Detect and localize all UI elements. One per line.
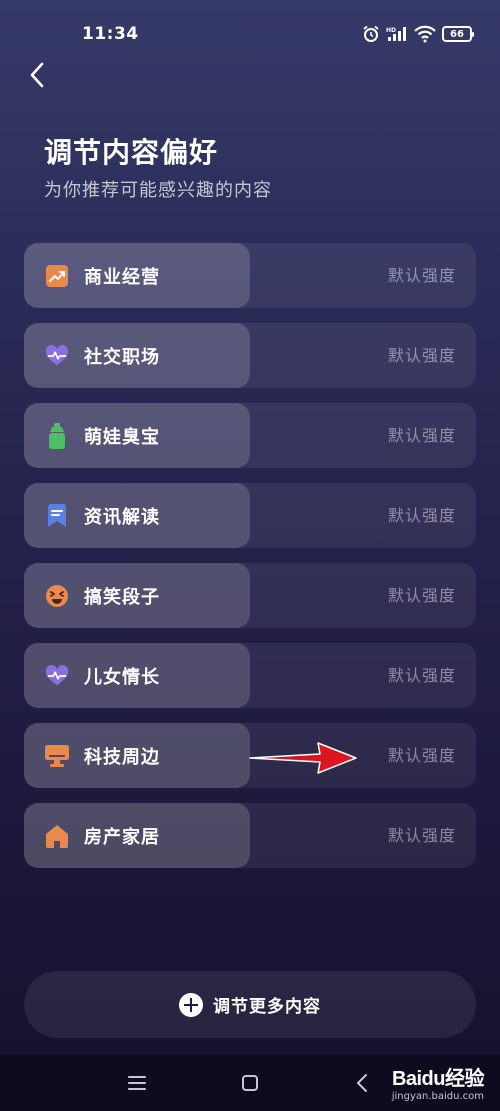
category-strength[interactable]: 默认强度 [388, 803, 456, 868]
alarm-icon [362, 25, 380, 43]
laughing-face-icon [45, 584, 69, 608]
category-pill: 商业经营 [24, 243, 250, 308]
home-square-icon[interactable] [238, 1071, 262, 1095]
category-pill: 萌娃臭宝 [24, 403, 250, 468]
category-row-home[interactable]: 房产家居 默认强度 [24, 803, 476, 868]
trend-chart-icon [45, 264, 69, 288]
monitor-icon [45, 744, 69, 768]
category-strength[interactable]: 默认强度 [388, 563, 456, 628]
category-pill: 资讯解读 [24, 483, 250, 548]
category-label: 搞笑段子 [84, 586, 160, 608]
status-icons: HD 66 [362, 22, 474, 46]
watermark-url: jingyan.baidu.com [391, 1091, 484, 1102]
house-icon [45, 824, 69, 848]
category-list: 商业经营 默认强度 社交职场 默认强度 萌娃臭宝 默认强度 资讯解读 默认强度 [24, 243, 476, 883]
annotation-arrow-icon [249, 742, 357, 774]
wifi-icon [414, 25, 436, 43]
category-label: 科技周边 [84, 746, 160, 768]
category-row-social[interactable]: 社交职场 默认强度 [24, 323, 476, 388]
category-label: 儿女情长 [84, 666, 160, 688]
hd-signal-icon: HD [386, 25, 408, 43]
battery-icon: 66 [442, 26, 474, 42]
category-pill: 房产家居 [24, 803, 250, 868]
category-row-romance[interactable]: 儿女情长 默认强度 [24, 643, 476, 708]
news-bookmark-icon [45, 503, 69, 528]
back-button[interactable] [20, 58, 54, 92]
watermark-brand: Baidu经验 [391, 1068, 485, 1090]
category-pill: 社交职场 [24, 323, 250, 388]
status-bar: 11:34 HD 66 [0, 0, 500, 70]
category-strength[interactable]: 默认强度 [388, 323, 456, 388]
heart-pulse-icon [45, 664, 69, 688]
category-row-news[interactable]: 资讯解读 默认强度 [24, 483, 476, 548]
status-time: 11:34 [82, 24, 139, 44]
category-row-kids[interactable]: 萌娃臭宝 默认强度 [24, 403, 476, 468]
category-strength[interactable]: 默认强度 [388, 483, 456, 548]
menu-icon[interactable] [125, 1071, 149, 1095]
back-triangle-icon[interactable] [350, 1071, 374, 1095]
page-title: 调节内容偏好 [44, 136, 219, 169]
category-label: 萌娃臭宝 [84, 426, 160, 448]
svg-text:HD: HD [386, 27, 396, 34]
adjust-more-button[interactable]: 调节更多内容 [24, 971, 476, 1038]
baby-bottle-icon [45, 422, 69, 449]
category-pill: 儿女情长 [24, 643, 250, 708]
category-pill: 搞笑段子 [24, 563, 250, 628]
baidu-watermark: Baidu经验 jingyan.baidu.com [391, 1062, 485, 1102]
heart-pulse-icon [45, 344, 69, 368]
chevron-left-icon [30, 62, 44, 88]
category-strength[interactable]: 默认强度 [388, 403, 456, 468]
adjust-more-label: 调节更多内容 [213, 997, 321, 1017]
category-label: 房产家居 [84, 826, 160, 848]
category-row-business[interactable]: 商业经营 默认强度 [24, 243, 476, 308]
plus-circle-icon [179, 992, 203, 1017]
page-subtitle: 为你推荐可能感兴趣的内容 [44, 180, 272, 201]
category-strength[interactable]: 默认强度 [388, 643, 456, 708]
category-row-funny[interactable]: 搞笑段子 默认强度 [24, 563, 476, 628]
category-label: 社交职场 [84, 346, 160, 368]
category-strength[interactable]: 默认强度 [388, 243, 456, 308]
category-strength[interactable]: 默认强度 [388, 723, 456, 788]
category-label: 资讯解读 [84, 506, 160, 528]
category-label: 商业经营 [84, 266, 160, 288]
category-pill: 科技周边 [24, 723, 250, 788]
